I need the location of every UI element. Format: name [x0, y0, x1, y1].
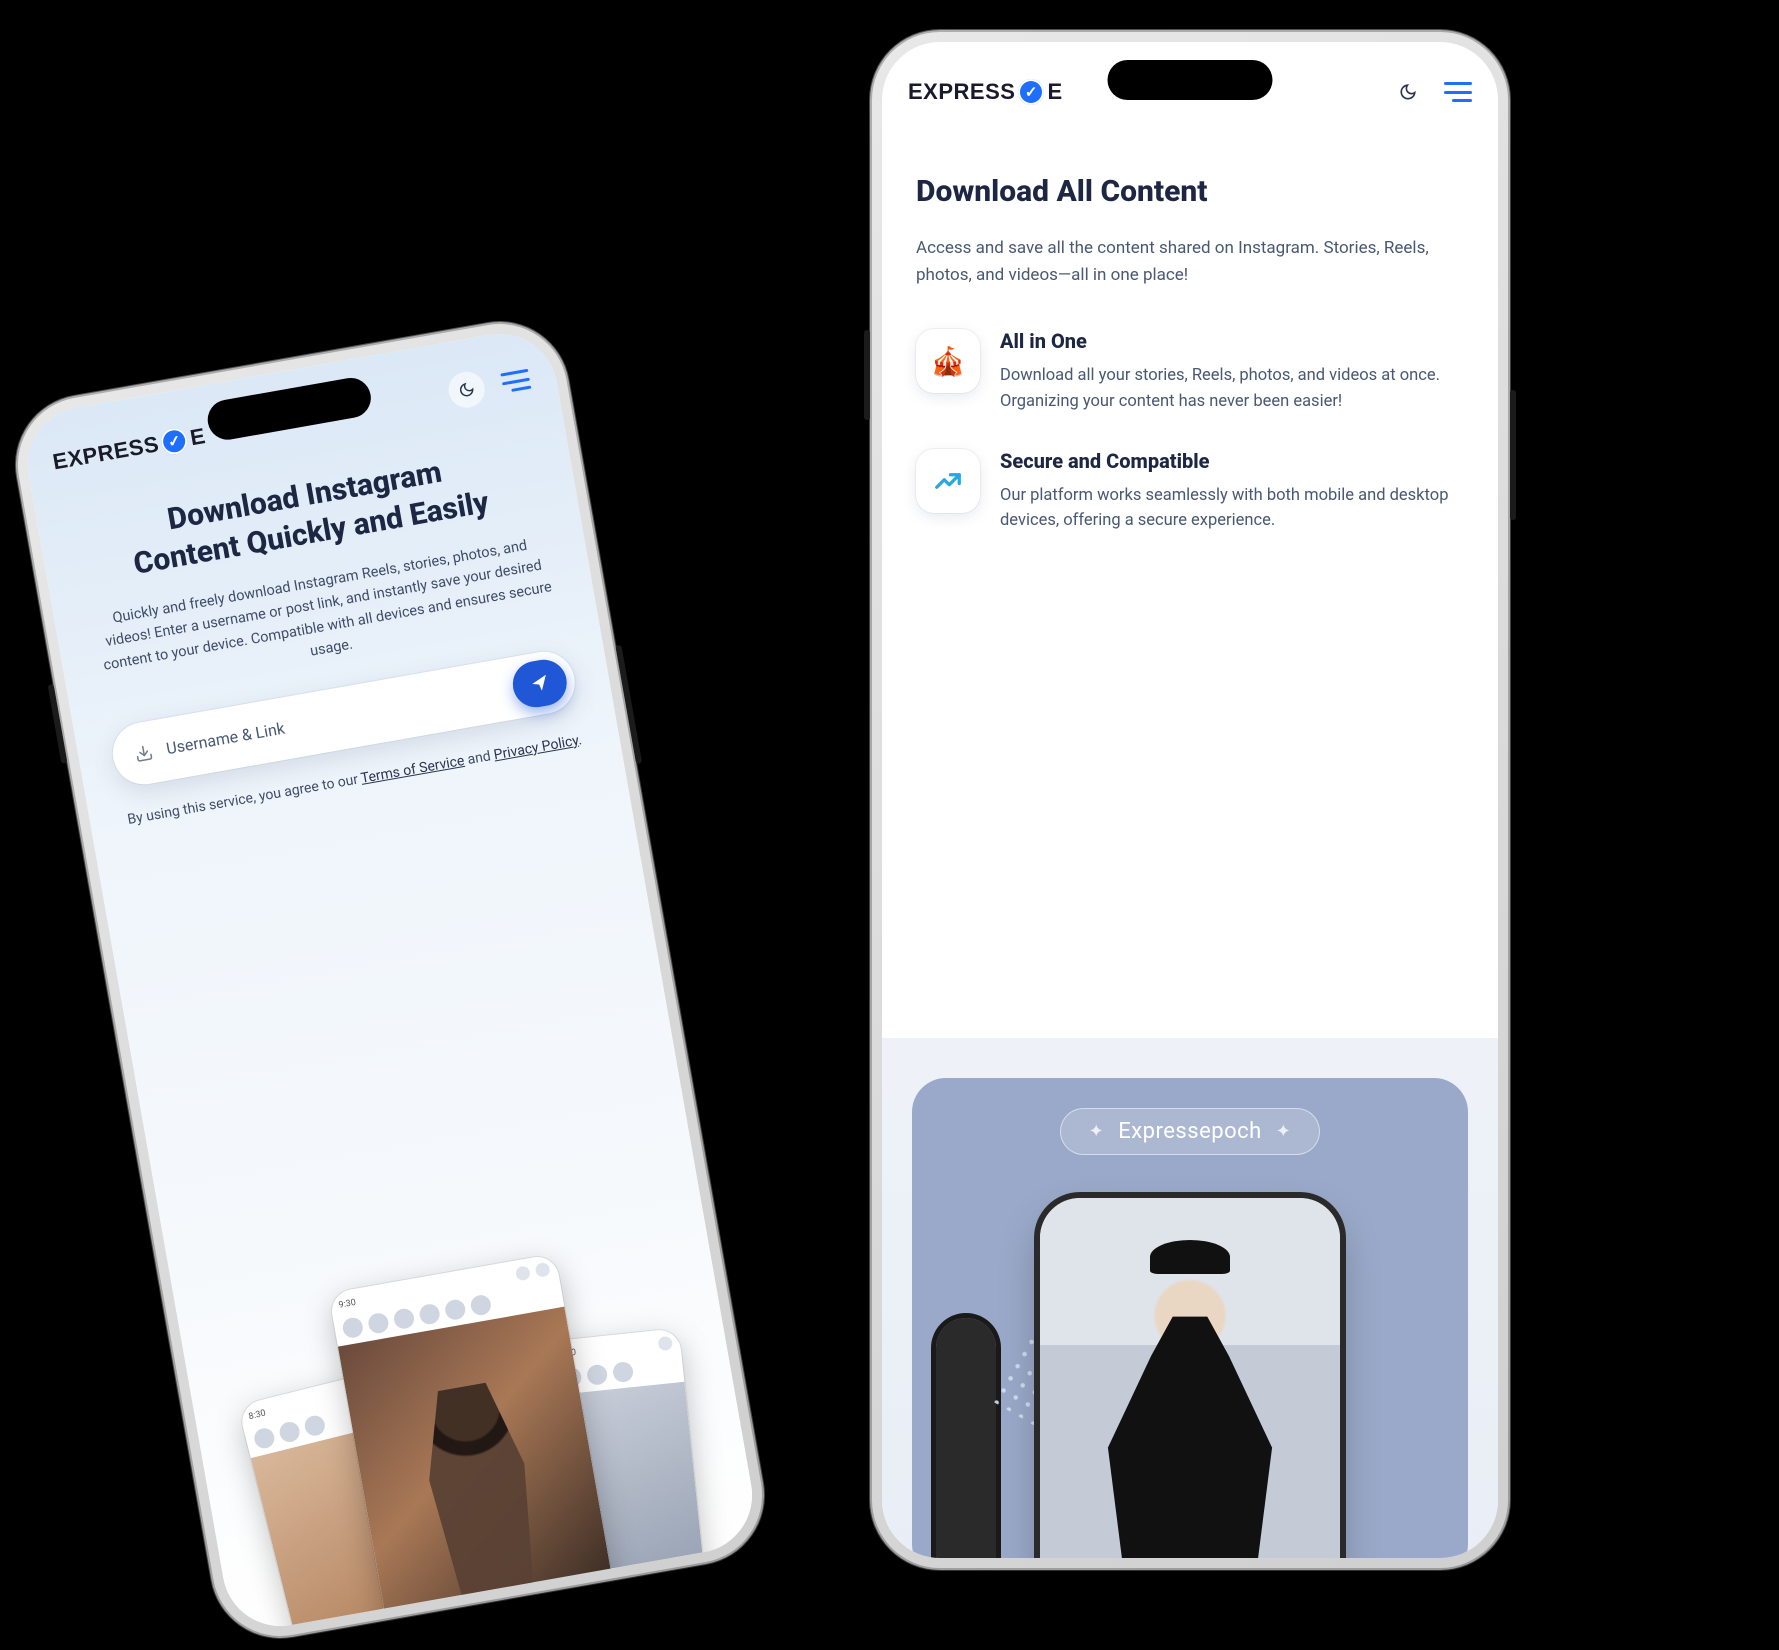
- theme-toggle-button[interactable]: [446, 369, 488, 411]
- hamburger-icon: [500, 369, 528, 377]
- promo-figure-hat: [1150, 1240, 1230, 1274]
- search-placeholder: Username & Link: [165, 681, 501, 758]
- feature-title: Secure and Compatible: [1000, 449, 1464, 473]
- promo-card: ✦ Expressepoch ✦: [912, 1078, 1468, 1558]
- phone-mockup-right: EXPRESS ✓ E Download All Content: [870, 30, 1510, 1570]
- screen-right: EXPRESS ✓ E Download All Content: [882, 42, 1498, 1558]
- tos-mid: and: [466, 748, 495, 768]
- hamburger-icon: [1444, 82, 1472, 85]
- submit-button[interactable]: [509, 656, 570, 711]
- brand-logo[interactable]: EXPRESS ✓ E: [51, 423, 208, 475]
- feature-body: Our platform works seamlessly with both …: [1000, 483, 1464, 534]
- feature-body: Download all your stories, Reels, photos…: [1000, 363, 1464, 414]
- feature-title: All in One: [1000, 329, 1464, 353]
- verified-badge-icon: ✓: [1018, 79, 1044, 105]
- privacy-policy-link[interactable]: Privacy Policy: [493, 733, 580, 764]
- brand-text-2: E: [188, 423, 207, 451]
- brand-text-1: EXPRESS: [908, 79, 1015, 105]
- verified-badge-icon: ✓: [160, 426, 190, 456]
- download-icon: [133, 743, 154, 764]
- sparkle-icon: ✦: [1089, 1121, 1105, 1142]
- feature-all-in-one: 🎪 All in One Download all your stories, …: [916, 329, 1464, 414]
- brand-text-2: E: [1047, 79, 1062, 105]
- moon-icon: [1399, 83, 1417, 101]
- heart-icon: [397, 1623, 413, 1635]
- section-heading: Download All Content: [916, 174, 1464, 209]
- screen-left: EXPRESS ✓ E Download: [19, 325, 761, 1635]
- moon-icon: [457, 380, 476, 399]
- carousel-icon: 🎪: [916, 329, 980, 393]
- share-icon: [444, 1615, 460, 1631]
- promo-center-phone: [1040, 1198, 1340, 1558]
- sparkle-icon: ✦: [1276, 1121, 1292, 1142]
- emoji-icon: 🎪: [931, 345, 966, 378]
- comment-icon: [421, 1619, 437, 1635]
- preview-image: [338, 1307, 613, 1621]
- preview-mock-cluster: 8:30 9:30: [166, 1158, 762, 1635]
- brand-text-1: EXPRESS: [51, 431, 161, 475]
- promo-section: ✦ Expressepoch ✦: [882, 1038, 1498, 1558]
- feature-secure: Secure and Compatible Our platform works…: [916, 449, 1464, 534]
- promo-pill: ✦ Expressepoch ✦: [1060, 1108, 1321, 1155]
- trend-arrow-icon: [916, 449, 980, 513]
- promo-side-phone: [936, 1318, 996, 1558]
- theme-toggle-button[interactable]: [1390, 74, 1426, 110]
- section-subtitle: Access and save all the content shared o…: [916, 235, 1464, 289]
- mock-time: 9:30: [338, 1298, 357, 1311]
- send-icon: [528, 672, 551, 695]
- brand-logo[interactable]: EXPRESS ✓ E: [908, 79, 1063, 105]
- promo-label: Expressepoch: [1118, 1119, 1262, 1144]
- menu-button[interactable]: [500, 369, 531, 394]
- terms-of-service-link[interactable]: Terms of Service: [360, 753, 466, 787]
- menu-button[interactable]: [1444, 82, 1472, 102]
- portrait-silhouette: [375, 1330, 584, 1635]
- mock-time: 8:30: [248, 1408, 267, 1422]
- phone-mockup-left: EXPRESS ✓ E Download: [5, 311, 775, 1649]
- dynamic-island: [1108, 60, 1273, 100]
